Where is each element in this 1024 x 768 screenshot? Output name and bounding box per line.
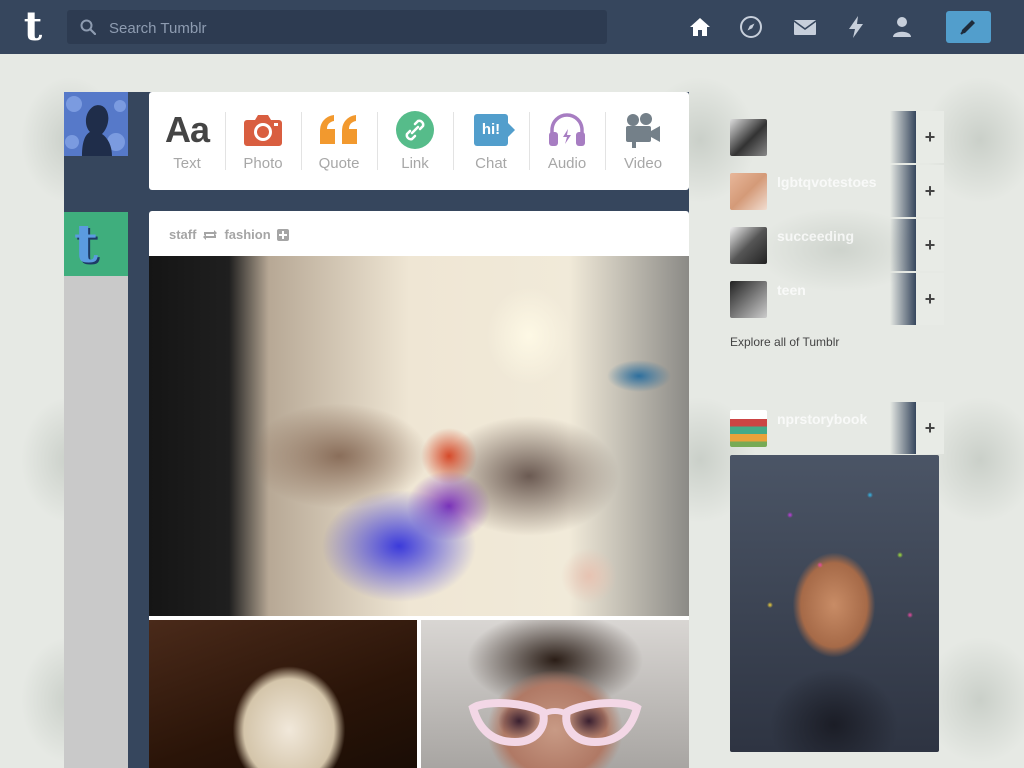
follow-button[interactable]: + [916, 402, 944, 454]
search-box[interactable] [67, 10, 611, 46]
post-type-bar: Aa Text Photo Quote Link hi! Chat Audio … [149, 92, 689, 190]
row-fade [890, 111, 916, 163]
recommended-blog-3[interactable]: succeeding [730, 219, 916, 271]
post-type-photo[interactable]: Photo [225, 92, 301, 190]
tumblr-t-glyph: t [74, 214, 99, 275]
post-type-label: Photo [243, 155, 283, 172]
staff-blog-avatar[interactable]: t [64, 212, 128, 276]
top-navigation-bar: t [0, 0, 1024, 54]
post-type-label: Link [401, 155, 429, 172]
post-type-video[interactable]: Video [605, 92, 681, 190]
post-type-quote[interactable]: Quote [301, 92, 377, 190]
post-header: staff fashion [169, 227, 289, 242]
post-type-label: Video [623, 155, 663, 172]
post-photo-party[interactable] [149, 256, 689, 616]
chat-bubble-icon: hi! [474, 114, 515, 146]
recommended-blog-4[interactable]: teen [730, 273, 916, 325]
recommended-blog-2[interactable]: lgbtqvotestoes [730, 165, 916, 217]
recommended-blog-1[interactable] [730, 111, 916, 163]
follow-plus-icon[interactable] [276, 228, 289, 241]
reblog-source-link[interactable]: fashion [224, 227, 270, 242]
user-avatar[interactable] [64, 92, 128, 156]
blog-avatar [730, 410, 767, 447]
video-camera-icon [626, 113, 660, 148]
blog-avatar [730, 119, 767, 156]
silhouette-avatar-icon [64, 92, 128, 156]
activity-lightning-icon[interactable] [844, 15, 868, 39]
post-type-link[interactable]: Link [377, 92, 453, 190]
compose-pencil-icon [960, 20, 975, 35]
row-fade [890, 273, 916, 325]
radar-post-photo[interactable] [730, 455, 939, 752]
blog-name: lgbtqvotestoes [777, 174, 877, 190]
post-type-label: Quote [318, 155, 360, 172]
blog-name: nprstorybook [777, 411, 868, 427]
row-fade [890, 165, 916, 217]
post-type-label: Text [173, 155, 201, 172]
chat-glyph: hi! [481, 121, 501, 138]
follow-button[interactable]: + [916, 219, 944, 271]
post-type-text[interactable]: Aa Text [149, 92, 225, 190]
blog-name: succeeding [777, 228, 855, 244]
headphones-icon [549, 113, 585, 146]
search-icon [80, 19, 96, 35]
follow-button[interactable]: + [916, 111, 944, 163]
home-icon[interactable] [688, 15, 712, 39]
compose-button[interactable] [946, 11, 991, 43]
camera-icon [244, 115, 282, 146]
tumblr-logo[interactable]: t [16, 6, 50, 48]
explore-compass-icon[interactable] [739, 15, 763, 39]
quote-icon [320, 115, 357, 144]
follow-button[interactable]: + [916, 273, 944, 325]
post-type-audio[interactable]: Audio [529, 92, 605, 190]
link-icon [396, 111, 434, 149]
row-fade [890, 219, 916, 271]
blog-avatar [730, 227, 767, 264]
follow-button[interactable]: + [916, 165, 944, 217]
post-type-label: Audio [547, 155, 587, 172]
account-person-icon[interactable] [890, 15, 914, 39]
dashboard-post: staff fashion [149, 211, 689, 768]
post-photo-dog[interactable] [149, 620, 417, 768]
explore-all-link[interactable]: Explore all of Tumblr [730, 335, 839, 349]
post-photo-woman-glasses[interactable] [421, 620, 689, 768]
cat-eye-glasses-graphic [468, 699, 642, 747]
reblog-icon [203, 229, 218, 240]
post-type-chat[interactable]: hi! Chat [453, 92, 529, 190]
text-post-icon: Aa [164, 109, 210, 150]
blog-avatar [730, 173, 767, 210]
post-type-label: Chat [475, 155, 507, 172]
blog-name: teen [777, 282, 806, 298]
search-input[interactable] [107, 10, 611, 46]
left-rail-lower [64, 276, 128, 768]
inbox-envelope-icon[interactable] [793, 15, 817, 39]
blog-avatar [730, 281, 767, 318]
row-fade [890, 402, 916, 454]
post-author-link[interactable]: staff [169, 227, 196, 242]
radar-blog[interactable]: nprstorybook [730, 402, 916, 454]
